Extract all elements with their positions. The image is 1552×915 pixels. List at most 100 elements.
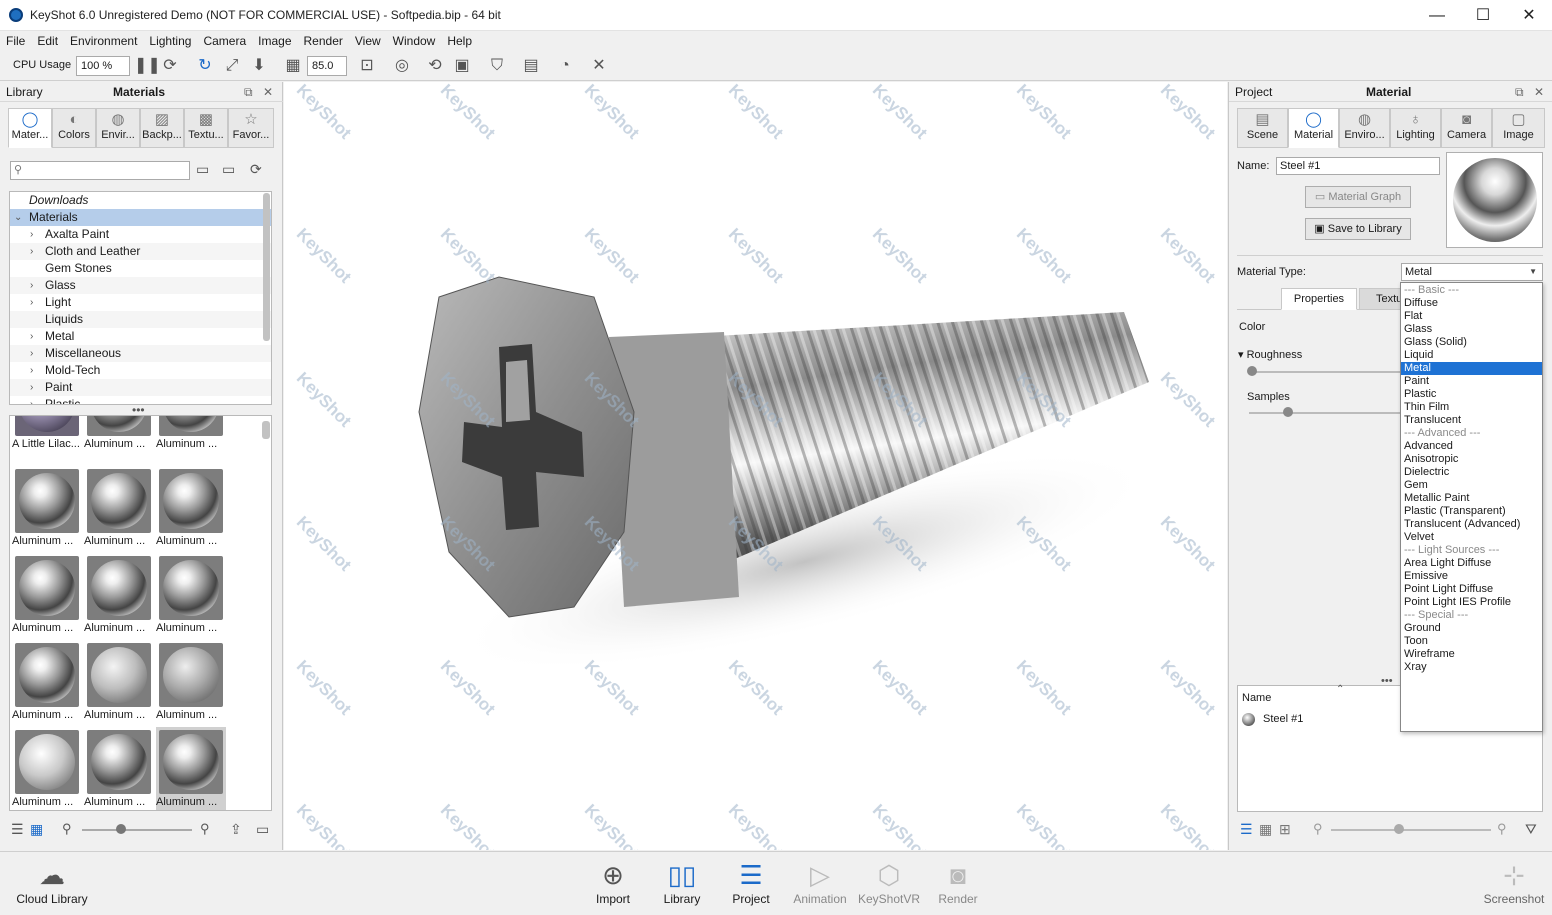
tree-item[interactable]: Liquids [10,311,271,328]
tab-image[interactable]: ▢ Image [1492,108,1545,148]
list-view-icon[interactable]: ☰ [11,821,24,838]
menu-help[interactable]: Help [441,31,478,51]
menu-file[interactable]: File [0,31,31,51]
list-header-name[interactable]: Name [1242,692,1271,704]
material-list-item[interactable]: Steel #1 [1263,713,1303,725]
tab-lighting[interactable]: ♁ Lighting [1390,108,1441,148]
library-button[interactable]: ▯▯ Library [647,858,717,906]
grid-scrollbar[interactable] [262,421,270,439]
tab-camera[interactable]: ◙ Camera [1441,108,1492,148]
dropdown-option-selected[interactable]: Metal [1401,362,1542,375]
dropdown-option[interactable]: Liquid [1401,349,1542,362]
dropdown-option[interactable]: Toon [1401,635,1542,648]
panel-close-icon[interactable]: ✕ [263,82,273,102]
dropdown-option[interactable]: Advanced [1401,440,1542,453]
dropdown-option[interactable]: Glass [1401,323,1542,336]
tab-favorites[interactable]: ☆ Favor... [228,108,274,148]
screenshot-button[interactable]: ⊹ Screenshot [1478,858,1550,906]
tree-downloads[interactable]: Downloads [10,192,271,209]
render-button[interactable]: ◙ Render [923,858,993,906]
material-type-select[interactable]: Metal ▼ [1401,263,1543,281]
tab-material[interactable]: ◯ Material [1288,108,1339,148]
dropdown-option[interactable]: Translucent (Advanced) [1401,518,1542,531]
tab-textures[interactable]: ▩ Textu... [184,108,228,148]
performance-mode-icon[interactable]: ⟳ [160,56,180,76]
dropdown-option[interactable]: Glass (Solid) [1401,336,1542,349]
material-thumb[interactable]: Aluminum ... [12,556,82,640]
tree-item[interactable]: Gem Stones [10,260,271,277]
thumbnail-size-slider[interactable] [82,829,192,831]
material-graph-button[interactable]: ▭ Material Graph [1305,186,1411,208]
keyshotvr-button[interactable]: ⬡ KeyShotVR [854,858,924,906]
shield-icon[interactable]: ⛉ [487,56,507,76]
undock-icon[interactable]: ⧉ [244,82,253,102]
filter-icon[interactable]: ⛛ [1525,821,1537,838]
tree-item[interactable]: › Mold-Tech [10,362,271,379]
zoom-out-icon[interactable]: ⚲ [1313,821,1323,837]
dropdown-option[interactable]: Plastic [1401,388,1542,401]
material-thumb[interactable]: Aluminum ... [156,643,226,727]
material-thumb[interactable]: Aluminum ... [156,556,226,640]
dropdown-option[interactable]: Thin Film [1401,401,1542,414]
animation-button[interactable]: ▷ Animation [785,858,855,906]
undock-icon[interactable]: ⧉ [1515,82,1524,102]
tree-item[interactable]: › Metal [10,328,271,345]
folder-import-icon[interactable]: ▭ [222,161,235,178]
tree-item[interactable]: › Axalta Paint [10,226,271,243]
material-thumb[interactable]: Aluminum ... [156,469,226,553]
dropdown-option[interactable]: Gem [1401,479,1542,492]
region-render-icon[interactable]: ⊡ [357,56,377,76]
panel-close-icon[interactable]: ✕ [1534,82,1544,102]
tree-item[interactable]: › Paint [10,379,271,396]
menu-image[interactable]: Image [252,31,297,51]
menu-view[interactable]: View [349,31,387,51]
dropdown-option[interactable]: Metallic Paint [1401,492,1542,505]
import-button[interactable]: ⊕ Import [578,858,648,906]
save-to-library-button[interactable]: ▣ Save to Library [1305,218,1411,240]
tree-item[interactable]: › Glass [10,277,271,294]
tree-scrollbar[interactable] [263,193,270,341]
size-slider[interactable] [1331,829,1491,831]
dropdown-option[interactable]: Wireframe [1401,648,1542,661]
minimize-button[interactable]: — [1414,0,1460,31]
menu-render[interactable]: Render [298,31,349,51]
material-thumb[interactable]: Aluminum ... [84,469,154,553]
material-thumb[interactable]: Aluminum ... [84,556,154,640]
upload-icon[interactable]: ⇪ [230,821,242,838]
rotate-icon[interactable]: ⟲ [425,56,445,76]
grid-view-icon[interactable]: ▦ [1259,821,1272,838]
material-name-input[interactable]: Steel #1 [1276,157,1440,175]
material-thumb[interactable]: Aluminum ... [12,730,82,810]
menu-lighting[interactable]: Lighting [143,31,197,51]
library-search-input[interactable]: ⚲ [10,161,190,180]
geometry-view-icon[interactable]: ◔ [555,56,575,76]
drop-to-ground-icon[interactable]: ⬇ [249,56,269,76]
size-slider-handle[interactable] [1394,824,1404,834]
dropdown-option[interactable]: Area Light Diffuse [1401,557,1542,570]
dropdown-option[interactable]: Flat [1401,310,1542,323]
dropdown-option[interactable]: Xray [1401,661,1542,674]
folder-icon[interactable]: ▭ [256,821,269,838]
samples-slider-handle[interactable] [1283,407,1293,417]
material-thumb[interactable]: A Little Lilac... [12,416,82,456]
tools-icon[interactable]: ✕ [589,56,609,76]
presentation-icon[interactable]: ▤ [521,56,541,76]
screenshot-tool-icon[interactable]: ◎ [392,56,412,76]
tab-backplates[interactable]: ▨ Backp... [140,108,184,148]
tree-view-icon[interactable]: ⊞ [1279,821,1291,838]
cpu-usage-select[interactable]: 100 % [76,56,130,76]
material-thumb-selected[interactable]: Aluminum ... [156,727,226,810]
menu-environment[interactable]: Environment [64,31,143,51]
subtab-properties[interactable]: Properties [1281,288,1357,310]
zoom-out-icon[interactable]: ⚲ [62,821,72,837]
dropdown-option[interactable]: Point Light IES Profile [1401,596,1542,609]
reload-icon[interactable]: ⟳ [250,161,262,178]
tree-item[interactable]: › Miscellaneous [10,345,271,362]
dropdown-option[interactable]: Paint [1401,375,1542,388]
material-thumb[interactable]: Aluminum ... [156,416,226,456]
fit-view-icon[interactable]: ⤢ [222,56,242,76]
tree-item[interactable]: › Light [10,294,271,311]
render-viewport[interactable]: KeyShot KeyShot KeyShot KeyShot KeyShot … [284,82,1227,850]
list-view-icon[interactable]: ☰ [1240,821,1253,838]
samples-slider[interactable] [1249,412,1409,414]
